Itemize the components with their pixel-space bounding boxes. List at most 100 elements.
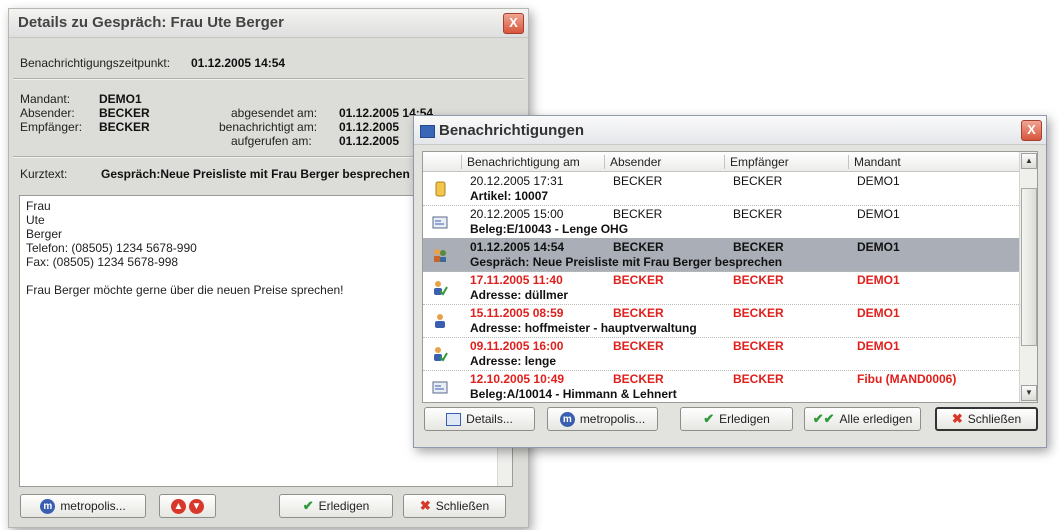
table-row[interactable]: 17.11.2005 11:40 BECKER BECKER DEMO1 Adresse…	[423, 271, 1019, 305]
recipient-cell: BECKER	[733, 339, 784, 353]
check-icon: ✔	[302, 498, 314, 513]
description-cell: Gespräch: Neue Preisliste mit Frau Berge…	[470, 255, 783, 269]
table-row[interactable]: 20.12.2005 15:00 BECKER BECKER DEMO1 Beleg:E…	[423, 205, 1019, 239]
recipient-cell: BECKER	[733, 240, 784, 254]
table-scrollbar[interactable]: ▲ ▼	[1019, 152, 1037, 402]
window-icon	[420, 125, 435, 138]
column-header[interactable]: Benachrichtigung am	[461, 155, 580, 169]
recipient-cell: BECKER	[733, 372, 784, 386]
sent-label: abgesendet am:	[231, 106, 318, 120]
details-titlebar[interactable]: Details zu Gespräch: Frau Ute Berger X	[9, 9, 528, 38]
table-row[interactable]: 12.10.2005 10:49 BECKER BECKER Fibu (MAND00…	[423, 370, 1019, 402]
close-label: Schließen	[967, 412, 1022, 426]
table-header: Benachrichtigung am Absender Empfänger M…	[423, 152, 1019, 172]
divider	[13, 78, 524, 80]
column-header[interactable]: Mandant	[848, 155, 901, 169]
sender-cell: BECKER	[613, 372, 664, 386]
sender-cell: BECKER	[613, 207, 663, 221]
check-icon: ✔	[703, 411, 715, 426]
mandant-value: DEMO1	[99, 92, 142, 106]
mandant-cell: DEMO1	[857, 240, 900, 254]
table-row[interactable]: 09.11.2005 16:00 BECKER BECKER DEMO1 Adresse…	[423, 337, 1019, 371]
opened-value: 01.12.2005	[339, 134, 400, 148]
table-row[interactable]: 01.12.2005 14:54 BECKER BECKER DEMO1 Gespräc…	[423, 238, 1019, 272]
notified-value: 01.12.2005	[339, 120, 400, 134]
notify-time-label: Benachrichtigungszeitpunkt:	[20, 56, 171, 70]
metropolis-icon: m	[559, 411, 575, 427]
details-title: Details zu Gespräch: Frau Ute Berger	[18, 14, 284, 31]
recipient-label: Empfänger:	[20, 120, 83, 134]
recipient-value: BECKER	[99, 120, 150, 134]
arrow-down-icon[interactable]: ▼	[189, 498, 204, 514]
description-cell: Beleg:E/10043 - Lenge OHG	[470, 222, 629, 236]
mandant-cell: DEMO1	[857, 306, 900, 320]
sender-cell: BECKER	[613, 174, 663, 188]
date-cell: 12.10.2005 10:49	[470, 372, 565, 386]
done-button[interactable]: ✔ Erledigen	[680, 407, 793, 431]
mandant-cell: DEMO1	[857, 207, 900, 221]
details-button[interactable]: Details...	[424, 407, 535, 431]
description-cell: Adresse: düllmer	[470, 288, 569, 302]
notify-time-value: 01.12.2005 14:54	[191, 56, 286, 70]
conversation-icon	[432, 247, 448, 263]
date-cell: 20.12.2005 17:31	[470, 174, 564, 188]
date-cell: 15.11.2005 08:59	[470, 306, 564, 320]
metropolis-button[interactable]: m metropolis...	[20, 494, 146, 518]
navigation-buttons: ▲ ▼	[159, 494, 216, 518]
short-text-label: Kurztext:	[20, 167, 68, 181]
short-text-value: Gespräch:Neue Preisliste mit Frau Berger…	[101, 167, 410, 181]
close-x-icon: ✖	[419, 498, 431, 513]
sender-cell: BECKER	[613, 240, 664, 254]
recipient-cell: BECKER	[733, 273, 784, 287]
close-button[interactable]: ✖ Schließen	[935, 407, 1038, 431]
date-cell: 20.12.2005 15:00	[470, 207, 564, 221]
done-label: Erledigen	[719, 412, 770, 426]
notifications-close-icon[interactable]: X	[1021, 120, 1042, 141]
column-header[interactable]: Empfänger	[724, 155, 789, 169]
scroll-thumb[interactable]	[1021, 188, 1037, 346]
date-cell: 17.11.2005 11:40	[470, 273, 563, 287]
article-icon	[432, 181, 448, 197]
notifications-title: Benachrichtigungen	[439, 122, 585, 139]
mandant-cell: Fibu (MAND0006)	[857, 372, 957, 386]
date-cell: 01.12.2005 14:54	[470, 240, 565, 254]
close-button[interactable]: ✖ Schließen	[403, 494, 506, 518]
notifications-table: Benachrichtigung am Absender Empfänger M…	[422, 151, 1038, 403]
recipient-cell: BECKER	[733, 174, 783, 188]
mandant-cell: DEMO1	[857, 273, 900, 287]
metropolis-icon: m	[40, 498, 56, 514]
description-cell: Artikel: 10007	[470, 189, 549, 203]
done-button[interactable]: ✔ Erledigen	[279, 494, 393, 518]
metropolis-label: metropolis...	[579, 412, 646, 426]
scroll-down-icon[interactable]: ▼	[1021, 385, 1037, 401]
table-row[interactable]: 15.11.2005 08:59 BECKER BECKER DEMO1 Adresse…	[423, 304, 1019, 338]
person-icon	[432, 313, 448, 329]
date-cell: 09.11.2005 16:00	[470, 339, 564, 353]
table-row[interactable]: 20.12.2005 17:31 BECKER BECKER DEMO1 Artikel…	[423, 172, 1019, 206]
opened-label: aufgerufen am:	[231, 134, 312, 148]
double-check-icon: ✔✔	[812, 411, 835, 426]
done-all-button[interactable]: ✔✔ Alle erledigen	[804, 407, 921, 431]
mandant-cell: DEMO1	[857, 174, 900, 188]
sender-value: BECKER	[99, 106, 150, 120]
details-label: Details...	[466, 412, 513, 426]
notified-label: benachrichtigt am:	[219, 120, 318, 134]
details-close-icon[interactable]: X	[503, 13, 524, 34]
metropolis-button[interactable]: m metropolis...	[547, 407, 658, 431]
document-icon	[432, 214, 448, 230]
column-header[interactable]: Absender	[604, 155, 661, 169]
mandant-cell: DEMO1	[857, 339, 900, 353]
recipient-cell: BECKER	[733, 306, 784, 320]
arrow-up-icon[interactable]: ▲	[171, 498, 186, 514]
description-cell: Adresse: lenge	[470, 354, 557, 368]
sender-cell: BECKER	[613, 339, 664, 353]
scroll-up-icon[interactable]: ▲	[1021, 153, 1037, 169]
document-icon	[432, 379, 448, 395]
sender-label: Absender:	[20, 106, 75, 120]
done-label: Erledigen	[318, 499, 370, 513]
close-x-icon: ✖	[951, 411, 963, 426]
notifications-window: Benachrichtigungen X Benachrichtigung am…	[413, 115, 1047, 448]
recipient-cell: BECKER	[733, 207, 783, 221]
notifications-titlebar[interactable]: Benachrichtigungen X	[414, 116, 1046, 145]
person-check-icon	[432, 346, 448, 362]
